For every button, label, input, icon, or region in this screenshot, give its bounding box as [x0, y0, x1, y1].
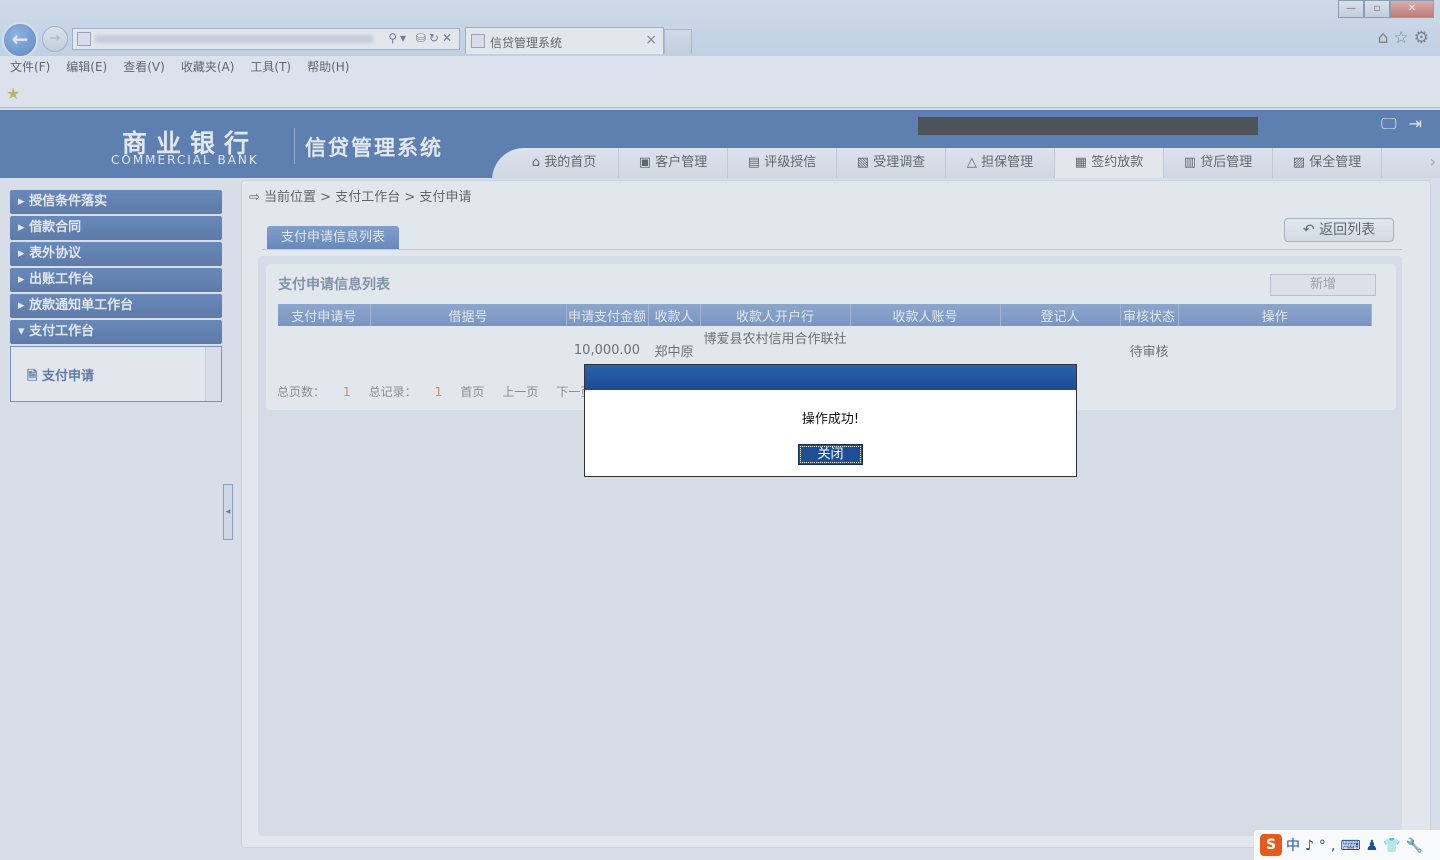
sogou-ime-icon[interactable]: S — [1260, 834, 1282, 856]
dialog-close-button[interactable]: 关闭 — [798, 444, 863, 465]
dialog-message: 操作成功! — [801, 412, 860, 427]
ime-toolbar: S 中♪°,⌨♟👕🔧 — [1254, 830, 1440, 860]
dialog-header[interactable] — [585, 365, 1076, 390]
success-dialog: 操作成功! 关闭 — [584, 364, 1077, 477]
ime-status-icons[interactable]: 中♪°,⌨♟👕🔧 — [1286, 835, 1428, 855]
